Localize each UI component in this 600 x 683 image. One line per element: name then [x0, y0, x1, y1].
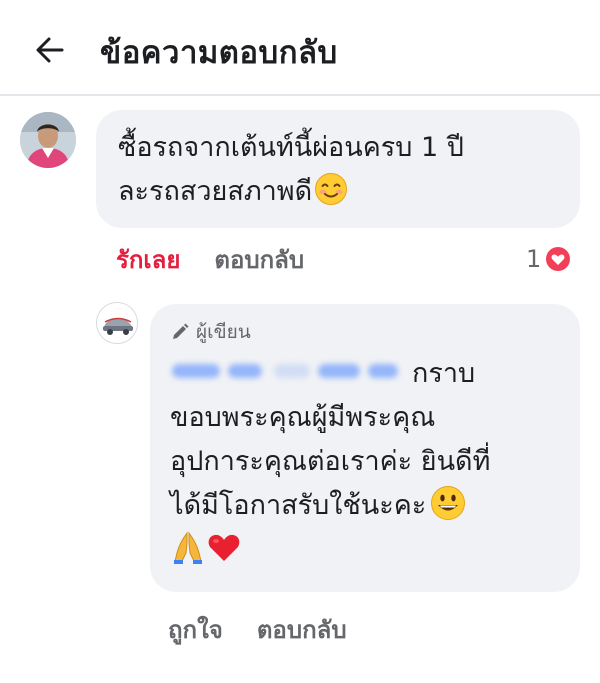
author-label: ผู้เขียน [196, 321, 251, 343]
page-title: ข้อความตอบกลับ [100, 35, 338, 71]
arrow-left-icon [36, 37, 64, 63]
reply-bubble[interactable]: ผู้เขียน กราบ ขอบพระคุณผู้มีพระคุณ อุปการ… [150, 304, 580, 592]
back-button[interactable] [28, 28, 72, 72]
reply-button[interactable]: ตอบกลับ [214, 240, 304, 279]
reply-button[interactable]: ตอบกลับ [257, 610, 347, 649]
reply-actions: ถูกใจ ตอบกลับ [168, 612, 347, 646]
love-reaction-button[interactable]: รักเลย [116, 240, 180, 279]
folded-hands-icon [170, 529, 206, 565]
commenter-avatar[interactable] [20, 112, 76, 168]
comment-text: ซื้อรถจากเต้นท์นี้ผ่อนครบ 1 ปี ละรถสวยสภ… [118, 132, 464, 207]
smiling-face-icon [314, 172, 348, 206]
like-button[interactable]: ถูกใจ [168, 610, 223, 649]
mention-tag-redacted[interactable] [170, 358, 402, 386]
reaction-count[interactable]: 1 [526, 242, 571, 276]
comment-actions: รักเลย ตอบกลับ [116, 242, 304, 276]
red-heart-icon [206, 529, 242, 565]
author-badge: ผู้เขียน [170, 318, 560, 346]
page-avatar[interactable] [96, 302, 138, 344]
car-logo-icon [97, 303, 137, 343]
reply-text: กราบ ขอบพระคุณผู้มีพระคุณ อุปการะคุณต่อเร… [170, 352, 560, 572]
heart-icon [546, 247, 571, 271]
pencil-icon [173, 323, 189, 339]
comment-bubble[interactable]: ซื้อรถจากเต้นท์นี้ผ่อนครบ 1 ปี ละรถสวยสภ… [96, 110, 580, 228]
avatar-photo [20, 112, 76, 168]
reaction-count-number: 1 [526, 245, 542, 273]
header-bar: ข้อความตอบกลับ [0, 0, 600, 96]
grinning-face-icon [430, 485, 466, 521]
